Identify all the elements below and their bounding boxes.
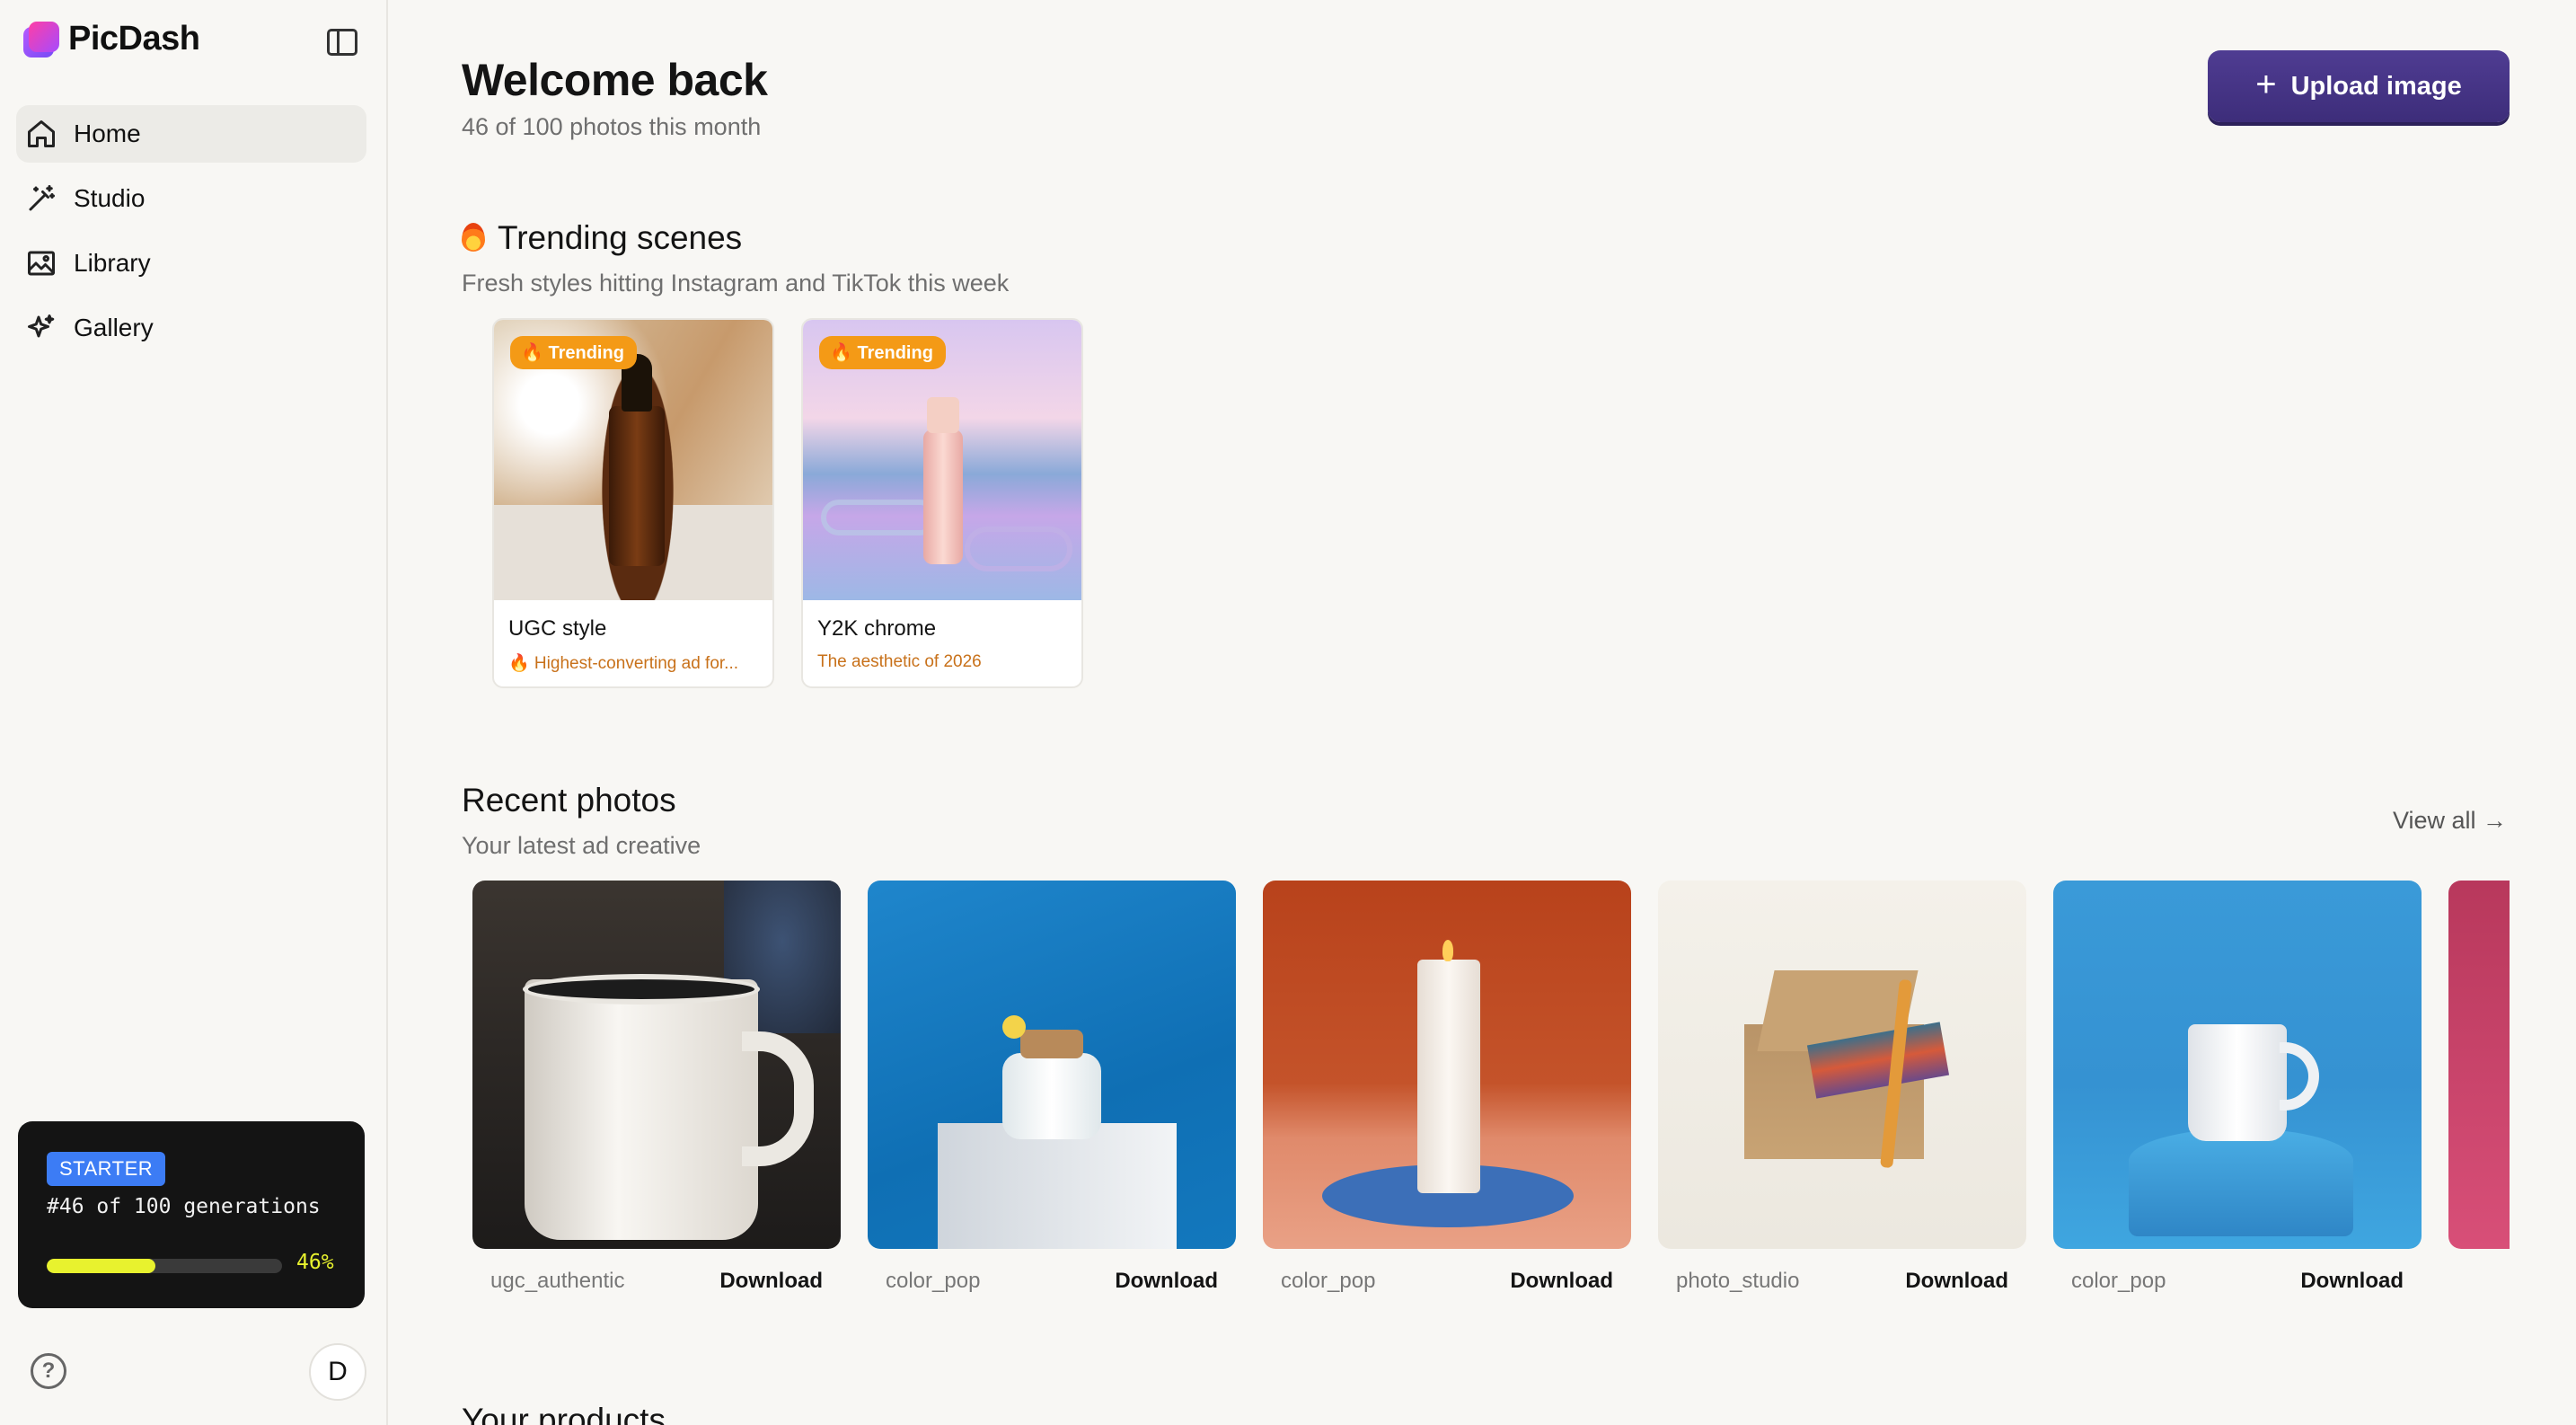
brand-name: PicDash [68, 20, 200, 58]
photo-image [2053, 881, 2422, 1249]
plan-progress-bar [47, 1259, 282, 1273]
sidebar-nav: Home Studio Library Gallery [16, 105, 366, 364]
photo-card[interactable]: photo_studio Download [1658, 881, 2026, 1293]
photo-card[interactable]: color_pop Download [2053, 881, 2422, 1293]
trend-card-y2k-chrome[interactable]: 🔥 Trending Y2K chrome The aesthetic of 2… [801, 318, 1083, 688]
brand[interactable]: PicDash [23, 20, 200, 58]
plan-usage-card[interactable]: STARTER #46 of 100 generations 46% [18, 1121, 365, 1308]
mug [525, 979, 758, 1240]
trend-image: 🔥 Trending [494, 320, 772, 600]
blue-pedestal [2129, 1128, 2353, 1236]
candle-flame [1442, 940, 1453, 961]
trending-subtitle: Fresh styles hitting Instagram and TikTo… [462, 270, 1010, 297]
cork-lid [1020, 1030, 1083, 1058]
candle-jar [1002, 1053, 1101, 1139]
sidebar-toggle-icon[interactable] [327, 29, 357, 56]
mug-handle [2280, 1042, 2319, 1111]
download-button[interactable]: Download [1510, 1269, 1613, 1294]
sidebar: PicDash Home Studio Library Gallery STAR… [0, 0, 388, 1425]
upload-image-button[interactable]: + Upload image [2208, 50, 2510, 122]
photo-style-tag: color_pop [1281, 1269, 1376, 1293]
image-icon [28, 251, 55, 276]
avatar[interactable]: D [309, 1343, 366, 1401]
logo-icon [23, 21, 59, 58]
sidebar-item-gallery[interactable]: Gallery [16, 299, 366, 357]
fire-icon: 🔥 [521, 343, 543, 363]
photo-style-tag: ugc_authentic [490, 1269, 625, 1293]
photo-image [472, 881, 841, 1249]
pillar-candle [1417, 960, 1480, 1193]
download-button[interactable]: Download [719, 1269, 823, 1294]
fire-icon [462, 223, 485, 252]
photo-card[interactable]: color_pop Download [1263, 881, 1631, 1293]
sparkles-icon [28, 314, 55, 338]
photo-image [868, 881, 1236, 1249]
photo-style-tag: photo_studio [1676, 1269, 1800, 1293]
trending-badge: 🔥 Trending [819, 336, 946, 369]
trend-desc: The aesthetic of 2026 [817, 652, 982, 671]
page-title: Welcome back [462, 55, 768, 105]
sidebar-item-label: Home [74, 119, 141, 147]
photo-style-tag: color_pop [2071, 1269, 2166, 1293]
sidebar-item-library[interactable]: Library [16, 235, 366, 292]
photo-style-tag: color_pop [886, 1269, 981, 1293]
sidebar-item-home[interactable]: Home [16, 105, 366, 163]
download-button[interactable]: Download [1115, 1269, 1218, 1294]
sidebar-item-studio[interactable]: Studio [16, 170, 366, 227]
upload-image-label: Upload image [2290, 71, 2462, 101]
serum-bottle [609, 406, 665, 566]
trend-name: Y2K chrome [817, 616, 937, 641]
plan-percent: 46% [296, 1251, 334, 1274]
chrome-ripple [821, 500, 938, 535]
plan-progress-fill [47, 1259, 155, 1273]
photo-image [1658, 881, 2026, 1249]
download-button[interactable]: Download [2300, 1269, 2404, 1294]
trend-name: UGC style [508, 616, 607, 641]
photo-image [2448, 881, 2510, 1249]
photo-card[interactable]: ugc_authentic Download [472, 881, 841, 1293]
photo-card[interactable]: color_pop Download [868, 881, 1236, 1293]
perfume-cap [927, 397, 959, 433]
help-icon[interactable]: ? [31, 1353, 66, 1389]
mug-handle [742, 1031, 814, 1166]
flower [1002, 1015, 1026, 1039]
photo-image [1263, 881, 1631, 1249]
trending-title: Trending scenes [462, 219, 742, 257]
plus-icon: + [2255, 65, 2277, 104]
sidebar-item-label: Studio [74, 184, 146, 212]
trend-image: 🔥 Trending [803, 320, 1081, 600]
trend-card-ugc-style[interactable]: 🔥 Trending UGC style 🔥 Highest-convertin… [492, 318, 774, 688]
recent-photos-title: Recent photos [462, 782, 676, 819]
mug-rim [523, 974, 760, 1005]
mug [2188, 1024, 2287, 1141]
trending-badge: 🔥 Trending [510, 336, 637, 369]
page-subtitle: 46 of 100 photos this month [462, 113, 762, 140]
products-title: Your products [462, 1402, 666, 1425]
home-icon [28, 120, 55, 147]
sidebar-item-label: Library [74, 249, 151, 277]
magic-wand-icon [29, 185, 55, 211]
download-button[interactable]: Download [1905, 1269, 2008, 1294]
recent-photos-subtitle: Your latest ad creative [462, 832, 701, 859]
fire-icon: 🔥 [830, 343, 852, 363]
plan-badge: STARTER [47, 1152, 166, 1186]
white-pedestal [938, 1123, 1177, 1249]
plan-usage-text: #46 of 100 generations [47, 1195, 321, 1218]
photo-card[interactable]: colo [2448, 881, 2510, 1249]
sidebar-item-label: Gallery [74, 314, 154, 341]
perfume-bottle [923, 429, 963, 564]
main-content: Welcome back 46 of 100 photos this month… [390, 0, 2576, 1425]
view-all-link[interactable]: View all → [2393, 807, 2507, 835]
chrome-ripple [965, 527, 1072, 571]
trend-desc: 🔥 Highest-converting ad for... [508, 654, 738, 673]
